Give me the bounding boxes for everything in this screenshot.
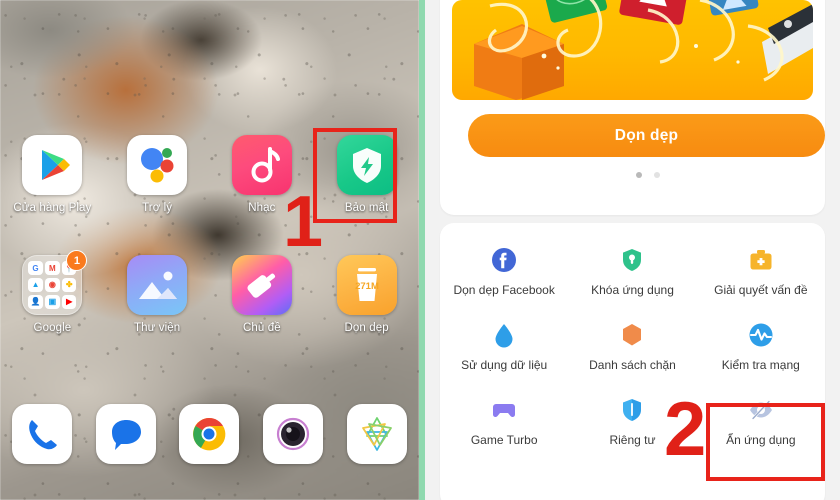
folder-app-youtube: ▶ bbox=[62, 294, 77, 309]
app-google-folder[interactable]: G M 📍 ▲ ◉ ✤ 👤 ▣ ▶ 1 Google bbox=[0, 250, 105, 334]
phone-icon bbox=[11, 404, 72, 464]
google-play-icon bbox=[22, 135, 83, 195]
dock-app-camera[interactable] bbox=[251, 404, 335, 464]
folder-app-gmail: M bbox=[45, 261, 60, 276]
facebook-icon bbox=[490, 246, 518, 274]
banner-vacuum-art bbox=[762, 4, 813, 74]
annotation-number-2: 2 bbox=[664, 387, 707, 472]
notification-badge: 1 bbox=[66, 250, 88, 271]
feature-khoa-ung-dung[interactable]: Khóa ứng dụng bbox=[568, 236, 696, 311]
folder-app-photos-red: ◉ bbox=[45, 277, 60, 293]
app-row-2: G M 📍 ▲ ◉ ✤ 👤 ▣ ▶ 1 Google bbox=[0, 250, 419, 334]
folder-app-drive: ▲ bbox=[28, 277, 43, 293]
feature-label: Game Turbo bbox=[470, 433, 538, 447]
mi-browser-icon bbox=[347, 404, 408, 464]
feature-game-turbo[interactable]: Game Turbo bbox=[440, 386, 568, 461]
folder-app-photos: ✤ bbox=[62, 277, 77, 293]
feature-label: Giải quyết vấn đề bbox=[714, 283, 808, 297]
dock-app-chrome[interactable] bbox=[168, 404, 252, 464]
feature-label: Khóa ứng dụng bbox=[591, 283, 674, 297]
annotation-number-1: 1 bbox=[283, 182, 324, 262]
app-lock-shield-icon bbox=[618, 246, 646, 274]
messages-icon bbox=[95, 404, 156, 464]
google-assistant-icon bbox=[127, 135, 188, 195]
banner-box-art bbox=[474, 24, 564, 100]
camera-icon bbox=[263, 404, 324, 464]
app-don-dep[interactable]: 271M Dọn dẹp bbox=[314, 255, 419, 334]
banner-page-indicator[interactable] bbox=[440, 172, 840, 178]
feature-giai-quyet-van-de[interactable]: Giải quyết vấn đề bbox=[697, 236, 825, 311]
screenshot-root: Cửa hàng Play Trợ lý Nhạc Bảo mật G M ▲ … bbox=[0, 0, 840, 500]
page-dot-2[interactable] bbox=[653, 172, 660, 178]
feature-label: Dọn dẹp Facebook bbox=[453, 283, 555, 297]
feature-danh-sach-chan[interactable]: Danh sách chặn bbox=[568, 311, 696, 386]
toolbox-icon bbox=[747, 246, 775, 274]
folder-app-contacts: 👤 bbox=[28, 294, 43, 309]
app-label: Trợ lý bbox=[142, 202, 173, 214]
feature-su-dung-du-lieu[interactable]: Sử dụng dữ liệu bbox=[440, 311, 568, 386]
highlight-box-step-1 bbox=[313, 128, 397, 223]
feature-kiem-tra-mang[interactable]: Kiểm tra mạng bbox=[697, 311, 825, 386]
feature-label: Kiểm tra mạng bbox=[721, 358, 800, 372]
feature-don-dep-facebook[interactable]: Dọn dẹp Facebook bbox=[440, 236, 568, 311]
app-label: Nhạc bbox=[248, 202, 276, 214]
cleanup-card: Dọn dẹp bbox=[440, 0, 825, 215]
app-label: Chủ đề bbox=[243, 322, 281, 334]
feature-label: Sử dụng dữ liệu bbox=[461, 358, 548, 372]
highlight-box-step-2 bbox=[706, 403, 825, 481]
privacy-shield-icon bbox=[618, 396, 646, 424]
android-home-screen: Cửa hàng Play Trợ lý Nhạc Bảo mật G M ▲ … bbox=[0, 0, 419, 500]
cleaner-size-text: 271M bbox=[355, 281, 379, 292]
app-label: Google bbox=[33, 322, 72, 334]
blocklist-hexagon-icon bbox=[618, 321, 646, 349]
home-dock bbox=[0, 404, 419, 464]
app-tro-ly[interactable]: Trợ lý bbox=[105, 135, 210, 214]
chrome-icon bbox=[179, 404, 240, 464]
app-cua-hang-play[interactable]: Cửa hàng Play bbox=[0, 135, 105, 214]
dock-app-messages[interactable] bbox=[84, 404, 168, 464]
gallery-icon bbox=[127, 255, 188, 315]
app-chu-de[interactable]: Chủ đề bbox=[210, 255, 315, 334]
feature-label: Danh sách chặn bbox=[589, 358, 676, 372]
dock-app-phone[interactable] bbox=[0, 404, 84, 464]
page-dot-1[interactable] bbox=[635, 172, 642, 178]
cleaner-icon: 271M bbox=[336, 255, 397, 315]
app-label: Cửa hàng Play bbox=[13, 202, 92, 214]
folder-app-meet: ▣ bbox=[45, 294, 60, 309]
cleanup-promo-banner[interactable] bbox=[452, 0, 813, 100]
app-label: Thư viện bbox=[134, 322, 181, 334]
app-thu-vien[interactable]: Thư viện bbox=[105, 255, 210, 334]
security-app-screen: Dọn dẹp Dọn dẹp Facebook Khóa ứng dụng G… bbox=[425, 0, 840, 500]
feature-label: Riêng tư bbox=[609, 433, 656, 447]
app-label: Dọn dẹp bbox=[344, 322, 389, 334]
gamepad-icon bbox=[490, 396, 518, 424]
themes-icon bbox=[231, 255, 292, 315]
folder-app-google: G bbox=[28, 261, 43, 276]
network-test-icon bbox=[747, 321, 775, 349]
dock-app-mi-browser[interactable] bbox=[335, 404, 419, 464]
data-drop-icon bbox=[490, 321, 518, 349]
clean-button[interactable]: Dọn dẹp bbox=[468, 114, 825, 157]
